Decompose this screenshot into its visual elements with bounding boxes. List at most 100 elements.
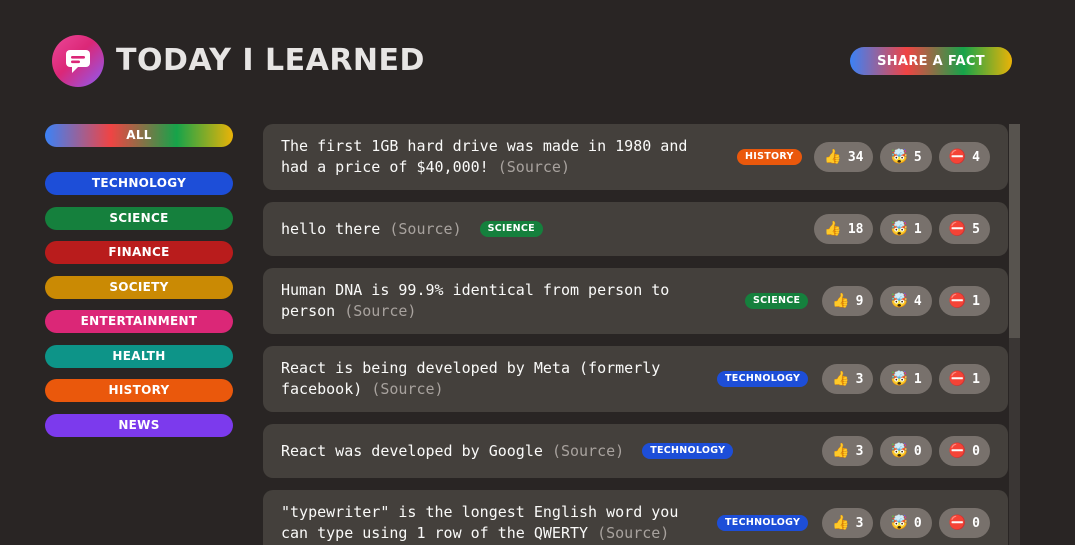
fact-source-link[interactable]: (Source) bbox=[552, 442, 624, 460]
category-entertainment-button[interactable]: entertainment bbox=[45, 310, 233, 333]
vote-buttons: 👍 34 🤯 5 ⛔️ 4 bbox=[814, 142, 990, 172]
mind-blown-icon: 🤯 bbox=[890, 221, 908, 237]
fact-text: Human DNA is 99.9% identical from person… bbox=[281, 281, 670, 320]
fact-text: The first 1GB hard drive was made in 198… bbox=[281, 137, 688, 176]
vote-count: 3 bbox=[855, 515, 864, 531]
vote-buttons: 👍 3 🤯 0 ⛔️ 0 bbox=[822, 436, 990, 466]
no-entry-icon: ⛔️ bbox=[948, 293, 967, 309]
vote-count: 3 bbox=[855, 443, 864, 459]
vote-interesting-button[interactable]: 👍 3 bbox=[822, 436, 874, 466]
mind-blown-icon: 🤯 bbox=[890, 149, 908, 165]
fact-text-block: hello there (Source) bbox=[281, 219, 462, 240]
vote-count: 1 bbox=[972, 293, 980, 309]
mind-blown-icon: 🤯 bbox=[890, 293, 908, 309]
thumbs-up-icon: 👍 bbox=[832, 293, 850, 309]
fact-category-tag: science bbox=[479, 221, 543, 237]
vote-count: 1 bbox=[972, 371, 980, 387]
fact-item: React is being developed by Meta (former… bbox=[263, 346, 1008, 412]
category-all-button[interactable]: All bbox=[45, 124, 233, 147]
vote-mindblowing-button[interactable]: 🤯 4 bbox=[880, 286, 932, 316]
fact-category-tag: science bbox=[745, 293, 809, 309]
vote-mindblowing-button[interactable]: 🤯 0 bbox=[880, 508, 932, 538]
vote-mindblowing-button[interactable]: 🤯 1 bbox=[880, 214, 932, 244]
fact-text-block: React is being developed by Meta (former… bbox=[281, 358, 701, 400]
no-entry-icon: ⛔️ bbox=[948, 443, 967, 459]
facts-scrollbar[interactable] bbox=[1009, 124, 1020, 545]
fact-text: React is being developed by Meta (former… bbox=[281, 359, 661, 398]
category-society-button[interactable]: society bbox=[45, 275, 233, 299]
vote-interesting-button[interactable]: 👍 18 bbox=[814, 214, 874, 244]
vote-buttons: 👍 18 🤯 1 ⛔️ 5 bbox=[814, 214, 990, 244]
fact-category-tag: technology bbox=[642, 443, 734, 459]
fact-category-tag: history bbox=[737, 149, 802, 165]
fact-category-tag: technology bbox=[717, 371, 809, 387]
vote-mindblowing-button[interactable]: 🤯 5 bbox=[880, 142, 932, 172]
fact-source-link[interactable]: (Source) bbox=[344, 302, 416, 320]
category-science-button[interactable]: science bbox=[45, 206, 233, 230]
category-sidebar: All technology science finance society e… bbox=[45, 124, 233, 448]
vote-false-button[interactable]: ⛔️ 0 bbox=[938, 436, 990, 466]
vote-interesting-button[interactable]: 👍 34 bbox=[814, 142, 874, 172]
category-health-button[interactable]: health bbox=[45, 344, 233, 368]
vote-false-button[interactable]: ⛔️ 1 bbox=[938, 364, 990, 394]
mind-blown-icon: 🤯 bbox=[890, 443, 908, 459]
fact-item: React was developed by Google (Source) t… bbox=[263, 424, 1008, 478]
fact-text-block: React was developed by Google (Source) bbox=[281, 441, 624, 462]
mind-blown-icon: 🤯 bbox=[890, 515, 908, 531]
category-news-button[interactable]: news bbox=[45, 413, 233, 437]
vote-count: 0 bbox=[972, 443, 980, 459]
fact-text: React was developed by Google bbox=[281, 441, 543, 460]
fact-text-block: Human DNA is 99.9% identical from person… bbox=[281, 280, 701, 322]
no-entry-icon: ⛔️ bbox=[948, 149, 967, 165]
vote-buttons: 👍 3 🤯 1 ⛔️ 1 bbox=[822, 364, 990, 394]
vote-false-button[interactable]: ⛔️ 5 bbox=[938, 214, 990, 244]
thumbs-up-icon: 👍 bbox=[832, 515, 850, 531]
app-title: Today I Learned bbox=[116, 43, 425, 78]
fact-text-block: The first 1GB hard drive was made in 198… bbox=[281, 136, 721, 178]
no-entry-icon: ⛔️ bbox=[948, 515, 967, 531]
vote-interesting-button[interactable]: 👍 9 bbox=[822, 286, 874, 316]
vote-false-button[interactable]: ⛔️ 1 bbox=[938, 286, 990, 316]
share-fact-button[interactable]: Share a fact bbox=[850, 47, 1012, 75]
thumbs-up-icon: 👍 bbox=[824, 221, 842, 237]
scrollbar-thumb[interactable] bbox=[1009, 124, 1020, 338]
vote-buttons: 👍 3 🤯 0 ⛔️ 0 bbox=[822, 508, 990, 538]
vote-count: 18 bbox=[847, 221, 864, 237]
fact-item: hello there (Source) science 👍 18 🤯 1 ⛔️ 5 bbox=[263, 202, 1008, 256]
vote-count: 4 bbox=[913, 293, 922, 309]
vote-count: 5 bbox=[913, 149, 922, 165]
vote-count: 5 bbox=[972, 221, 980, 237]
vote-mindblowing-button[interactable]: 🤯 0 bbox=[880, 436, 932, 466]
fact-source-link[interactable]: (Source) bbox=[371, 380, 443, 398]
category-technology-button[interactable]: technology bbox=[45, 172, 233, 195]
vote-count: 9 bbox=[855, 293, 864, 309]
vote-count: 0 bbox=[913, 443, 922, 459]
thumbs-up-icon: 👍 bbox=[832, 371, 850, 387]
fact-item: "typewriter" is the longest English word… bbox=[263, 490, 1008, 545]
fact-text-block: "typewriter" is the longest English word… bbox=[281, 502, 701, 544]
header: Today I Learned Share a fact bbox=[52, 35, 1013, 87]
fact-item: The first 1GB hard drive was made in 198… bbox=[263, 124, 1008, 190]
vote-count: 1 bbox=[913, 371, 922, 387]
fact-source-link[interactable]: (Source) bbox=[498, 158, 570, 176]
vote-false-button[interactable]: ⛔️ 0 bbox=[938, 508, 990, 538]
fact-category-tag: technology bbox=[717, 515, 809, 531]
category-finance-button[interactable]: finance bbox=[45, 241, 233, 264]
vote-count: 4 bbox=[972, 149, 980, 165]
vote-count: 1 bbox=[913, 221, 922, 237]
vote-false-button[interactable]: ⛔️ 4 bbox=[938, 142, 990, 172]
chat-bubble-icon bbox=[52, 35, 104, 87]
vote-mindblowing-button[interactable]: 🤯 1 bbox=[880, 364, 932, 394]
fact-item: Human DNA is 99.9% identical from person… bbox=[263, 268, 1008, 334]
fact-source-link[interactable]: (Source) bbox=[597, 524, 669, 542]
fact-source-link[interactable]: (Source) bbox=[389, 220, 461, 238]
vote-count: 34 bbox=[847, 149, 864, 165]
thumbs-up-icon: 👍 bbox=[824, 149, 842, 165]
category-history-button[interactable]: history bbox=[45, 379, 233, 402]
thumbs-up-icon: 👍 bbox=[832, 443, 850, 459]
no-entry-icon: ⛔️ bbox=[948, 221, 967, 237]
mind-blown-icon: 🤯 bbox=[890, 371, 908, 387]
vote-interesting-button[interactable]: 👍 3 bbox=[822, 364, 874, 394]
vote-count: 3 bbox=[855, 371, 864, 387]
vote-interesting-button[interactable]: 👍 3 bbox=[822, 508, 874, 538]
